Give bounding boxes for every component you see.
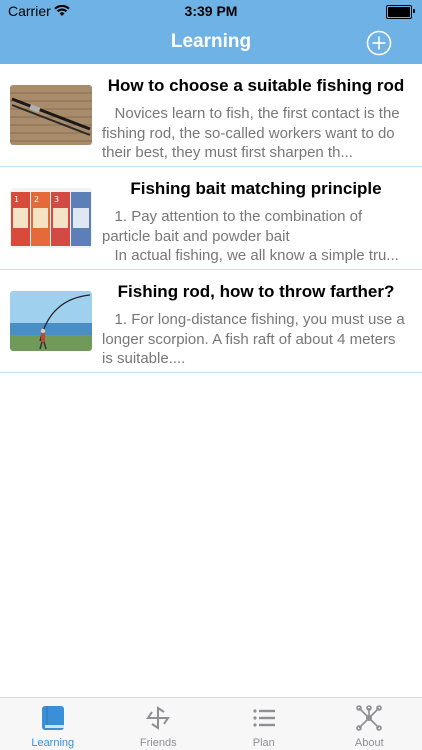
network-icon: [355, 704, 383, 732]
fishing-rod-thumbnail: [10, 85, 92, 145]
bait-packages-thumbnail: 1 2 3: [10, 188, 92, 248]
list-icon: [250, 704, 278, 732]
tab-label: Learning: [31, 737, 75, 749]
svg-text:1: 1: [14, 195, 19, 204]
article-list: How to choose a suitable fishing rod Nov…: [0, 64, 422, 373]
article-row[interactable]: How to choose a suitable fishing rod Nov…: [0, 64, 422, 167]
plus-circle-icon: [366, 30, 392, 56]
pinwheel-icon: [144, 704, 172, 732]
article-excerpt: 1. Pay attention to the combination of p…: [102, 208, 399, 264]
svg-text:3: 3: [54, 195, 59, 204]
status-time: 3:39 PM: [184, 3, 238, 19]
article-title: Fishing rod, how to throw farther?: [117, 282, 395, 301]
article-row[interactable]: Fishing rod, how to throw farther? 1. Fo…: [0, 270, 422, 373]
article-excerpt: Novices learn to fish, the first contact…: [102, 105, 404, 161]
add-button[interactable]: [366, 30, 392, 56]
article-row[interactable]: 1 2 3 Fishing bait matching principle 1.…: [0, 167, 422, 270]
page-title: Learning: [170, 31, 252, 52]
tab-about[interactable]: About: [317, 698, 422, 750]
tab-label: Plan: [252, 737, 275, 749]
book-icon: [39, 704, 67, 732]
navigation-bar: Learning: [0, 22, 422, 64]
tab-label: Friends: [139, 737, 177, 749]
casting-angler-thumbnail: [10, 291, 92, 351]
article-title: Fishing bait matching principle: [130, 179, 382, 198]
battery-icon: [386, 5, 415, 19]
article-title: How to choose a suitable fishing rod: [107, 76, 405, 95]
tab-bar: Learning Friends Plan About: [0, 697, 422, 750]
article-excerpt: 1. For long-distance fishing, you must u…: [102, 311, 409, 367]
tab-plan[interactable]: Plan: [211, 698, 317, 750]
svg-text:2: 2: [34, 195, 39, 204]
tab-learning[interactable]: Learning: [0, 698, 106, 750]
tab-friends[interactable]: Friends: [106, 698, 212, 750]
status-bar: Carrier 3:39 PM: [0, 0, 422, 22]
tab-label: About: [354, 737, 384, 749]
